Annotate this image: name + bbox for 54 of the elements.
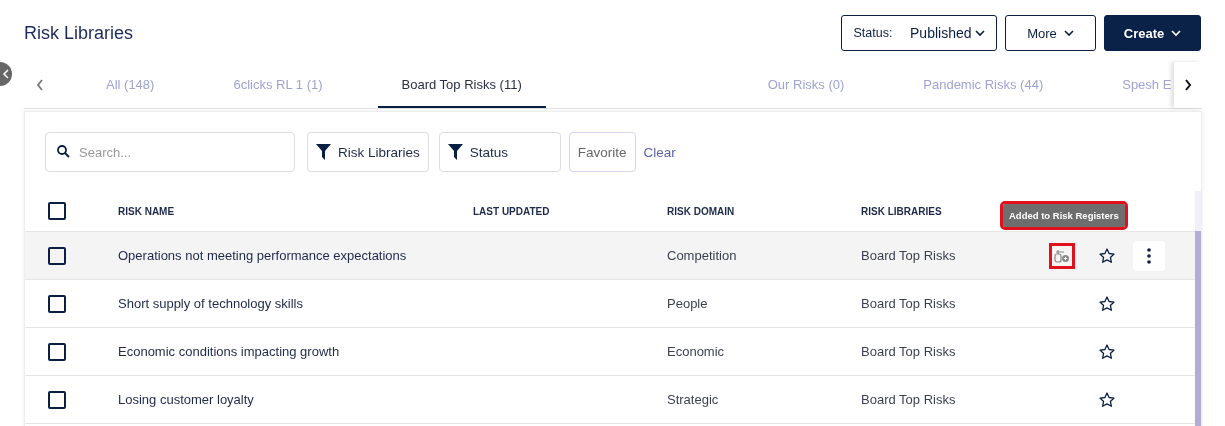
table-cell-text: Board Top Risks: [861, 344, 957, 359]
table-cell-text: People: [667, 296, 709, 311]
chevron-left-icon[interactable]: [36, 79, 44, 91]
table-cell-text: Economic: [667, 344, 726, 359]
favorite-button[interactable]: Favorite: [568, 132, 636, 172]
search-icon: [57, 145, 70, 158]
table-row[interactable]: Economic conditions impacting growth Economic Board Top Risks: [25, 328, 1195, 376]
search-field[interactable]: Search...: [45, 132, 295, 172]
more-options-button[interactable]: [1133, 240, 1165, 271]
star-icon[interactable]: [1099, 295, 1115, 312]
status-dropdown[interactable]: Status: Published: [841, 15, 997, 51]
table-row[interactable]: Losing customer loyalty Strategic Board Top Risks: [25, 376, 1195, 424]
risk-name-cell[interactable]: Operations not meeting performance expectations: [118, 248, 473, 263]
table-cell-text: Board Top Risks: [861, 296, 957, 311]
chevron-down-icon: [1171, 29, 1182, 37]
chevron-down-icon: [1063, 29, 1074, 37]
chevron-down-icon: [974, 29, 985, 37]
more-dropdown[interactable]: More: [1005, 15, 1096, 51]
table-cell-text: Board Top Risks: [861, 392, 957, 407]
kebab-icon: [1147, 247, 1151, 264]
column-header: RISK LIBRARIES: [861, 205, 943, 217]
scroll-right-button[interactable]: [1174, 62, 1202, 108]
table-row[interactable]: Short supply of technology skills People Board Top Risks: [25, 280, 1195, 328]
create-dropdown[interactable]: Create: [1104, 15, 1201, 51]
checkbox[interactable]: [48, 202, 66, 220]
table-cell-text: Strategic: [667, 392, 720, 407]
checkbox[interactable]: [48, 294, 66, 313]
scrollbar[interactable]: [1195, 191, 1201, 426]
star-icon[interactable]: [1099, 391, 1115, 408]
star-icon[interactable]: [1099, 343, 1115, 360]
risk-name-cell[interactable]: Losing customer loyalty: [118, 392, 473, 407]
star-icon[interactable]: [1099, 247, 1115, 264]
clear-link[interactable]: Clear: [643, 144, 676, 160]
checkbox[interactable]: [48, 342, 66, 361]
column-header: LAST UPDATED: [473, 205, 551, 217]
filter-icon: [316, 144, 331, 160]
register-icon[interactable]: [1049, 242, 1075, 269]
table-row[interactable]: Operations not meeting performance expectations Competition Board Top Risks: [25, 232, 1195, 280]
checkbox[interactable]: [48, 246, 66, 265]
table-cell-text: Competition: [667, 248, 738, 263]
filter-button[interactable]: Status: [438, 132, 561, 172]
chevron-left-icon: [2, 69, 10, 79]
filter-icon: [447, 144, 463, 160]
risk-name-cell[interactable]: Economic conditions impacting growth: [118, 344, 473, 359]
table-cell-text: Board Top Risks: [861, 248, 957, 263]
page-title: Risk Libraries: [24, 22, 134, 44]
tab[interactable]: Board Top Risks (11): [377, 62, 546, 108]
column-header: RISK DOMAIN: [667, 205, 736, 217]
column-header: RISK NAME: [118, 205, 176, 217]
checkbox[interactable]: [48, 390, 66, 409]
risk-name-cell[interactable]: Short supply of technology skills: [118, 296, 473, 311]
filter-button[interactable]: Risk Libraries: [307, 132, 429, 172]
chevron-right-icon: [1184, 79, 1192, 91]
tooltip: Added to Risk Registers: [1003, 204, 1125, 227]
